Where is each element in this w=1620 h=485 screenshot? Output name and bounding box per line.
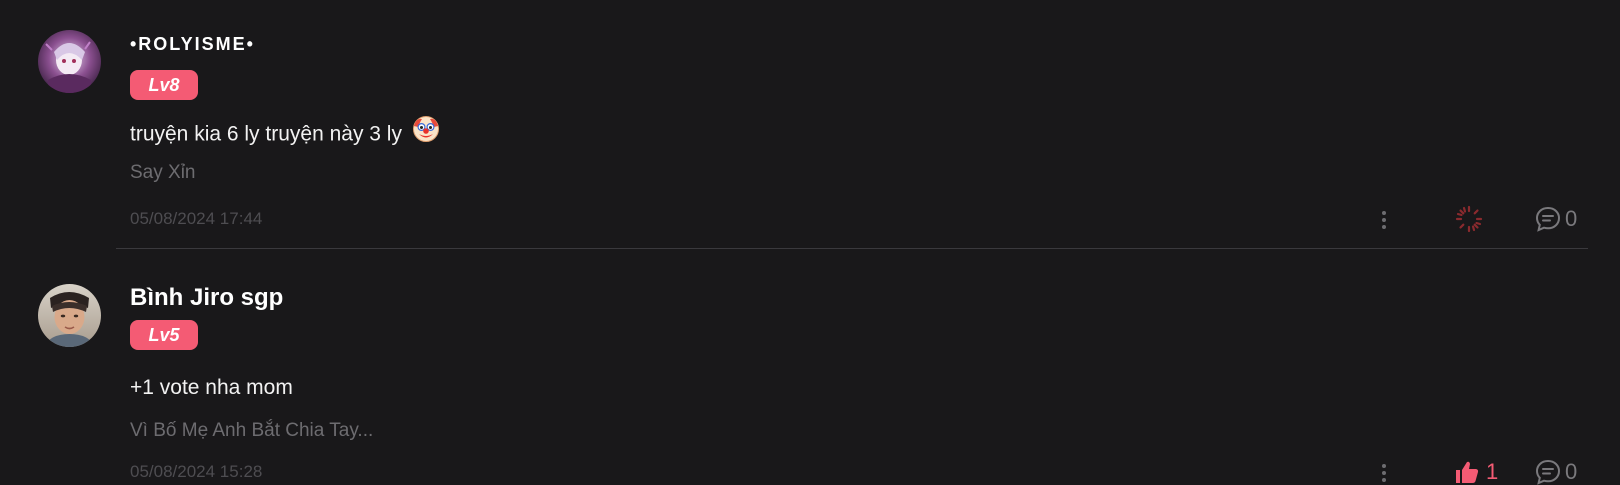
divider xyxy=(116,248,1588,249)
reply-count: 0 xyxy=(1565,206,1578,231)
avatar[interactable] xyxy=(38,30,101,93)
level-badge: Lv5 xyxy=(130,320,198,350)
reply-button[interactable]: 0 xyxy=(1534,457,1577,485)
clown-face-icon xyxy=(412,115,440,149)
comment-bubble-icon xyxy=(1535,459,1561,485)
like-count: 1 xyxy=(1486,459,1499,484)
more-options-button[interactable] xyxy=(1374,461,1394,485)
thumbs-up-icon xyxy=(1456,461,1479,483)
more-vertical-icon xyxy=(1382,211,1386,229)
comment-bubble-icon xyxy=(1535,206,1561,232)
like-button[interactable]: 1 xyxy=(1454,457,1498,485)
reply-count: 0 xyxy=(1565,459,1578,484)
story-title-link[interactable]: Vì Bố Mẹ Anh Bắt Chia Tay... xyxy=(130,420,373,442)
story-title-link[interactable]: Say Xỉn xyxy=(130,162,195,184)
reply-button[interactable]: 0 xyxy=(1534,204,1577,234)
level-badge: Lv8 xyxy=(130,70,198,100)
more-options-button[interactable] xyxy=(1374,208,1394,234)
like-button[interactable] xyxy=(1454,204,1490,234)
timestamp: 05/08/2024 17:44 xyxy=(130,209,263,228)
more-vertical-icon xyxy=(1382,464,1386,482)
username[interactable]: Bình Jiro sgp xyxy=(130,284,283,312)
timestamp: 05/08/2024 15:28 xyxy=(130,462,263,481)
comment-list: •ROLYISME• Lv8 truyện kia 6 ly truyện nà… xyxy=(0,0,1620,485)
comment-text: +1 vote nha mom xyxy=(130,376,293,399)
comment-text-content: truyện kia 6 ly truyện này 3 ly xyxy=(130,122,402,146)
username[interactable]: •ROLYISME• xyxy=(130,34,255,55)
avatar[interactable] xyxy=(38,284,101,347)
loading-spinner-icon xyxy=(1455,205,1483,233)
comment-text: truyện kia 6 ly truyện này 3 ly xyxy=(130,115,440,152)
